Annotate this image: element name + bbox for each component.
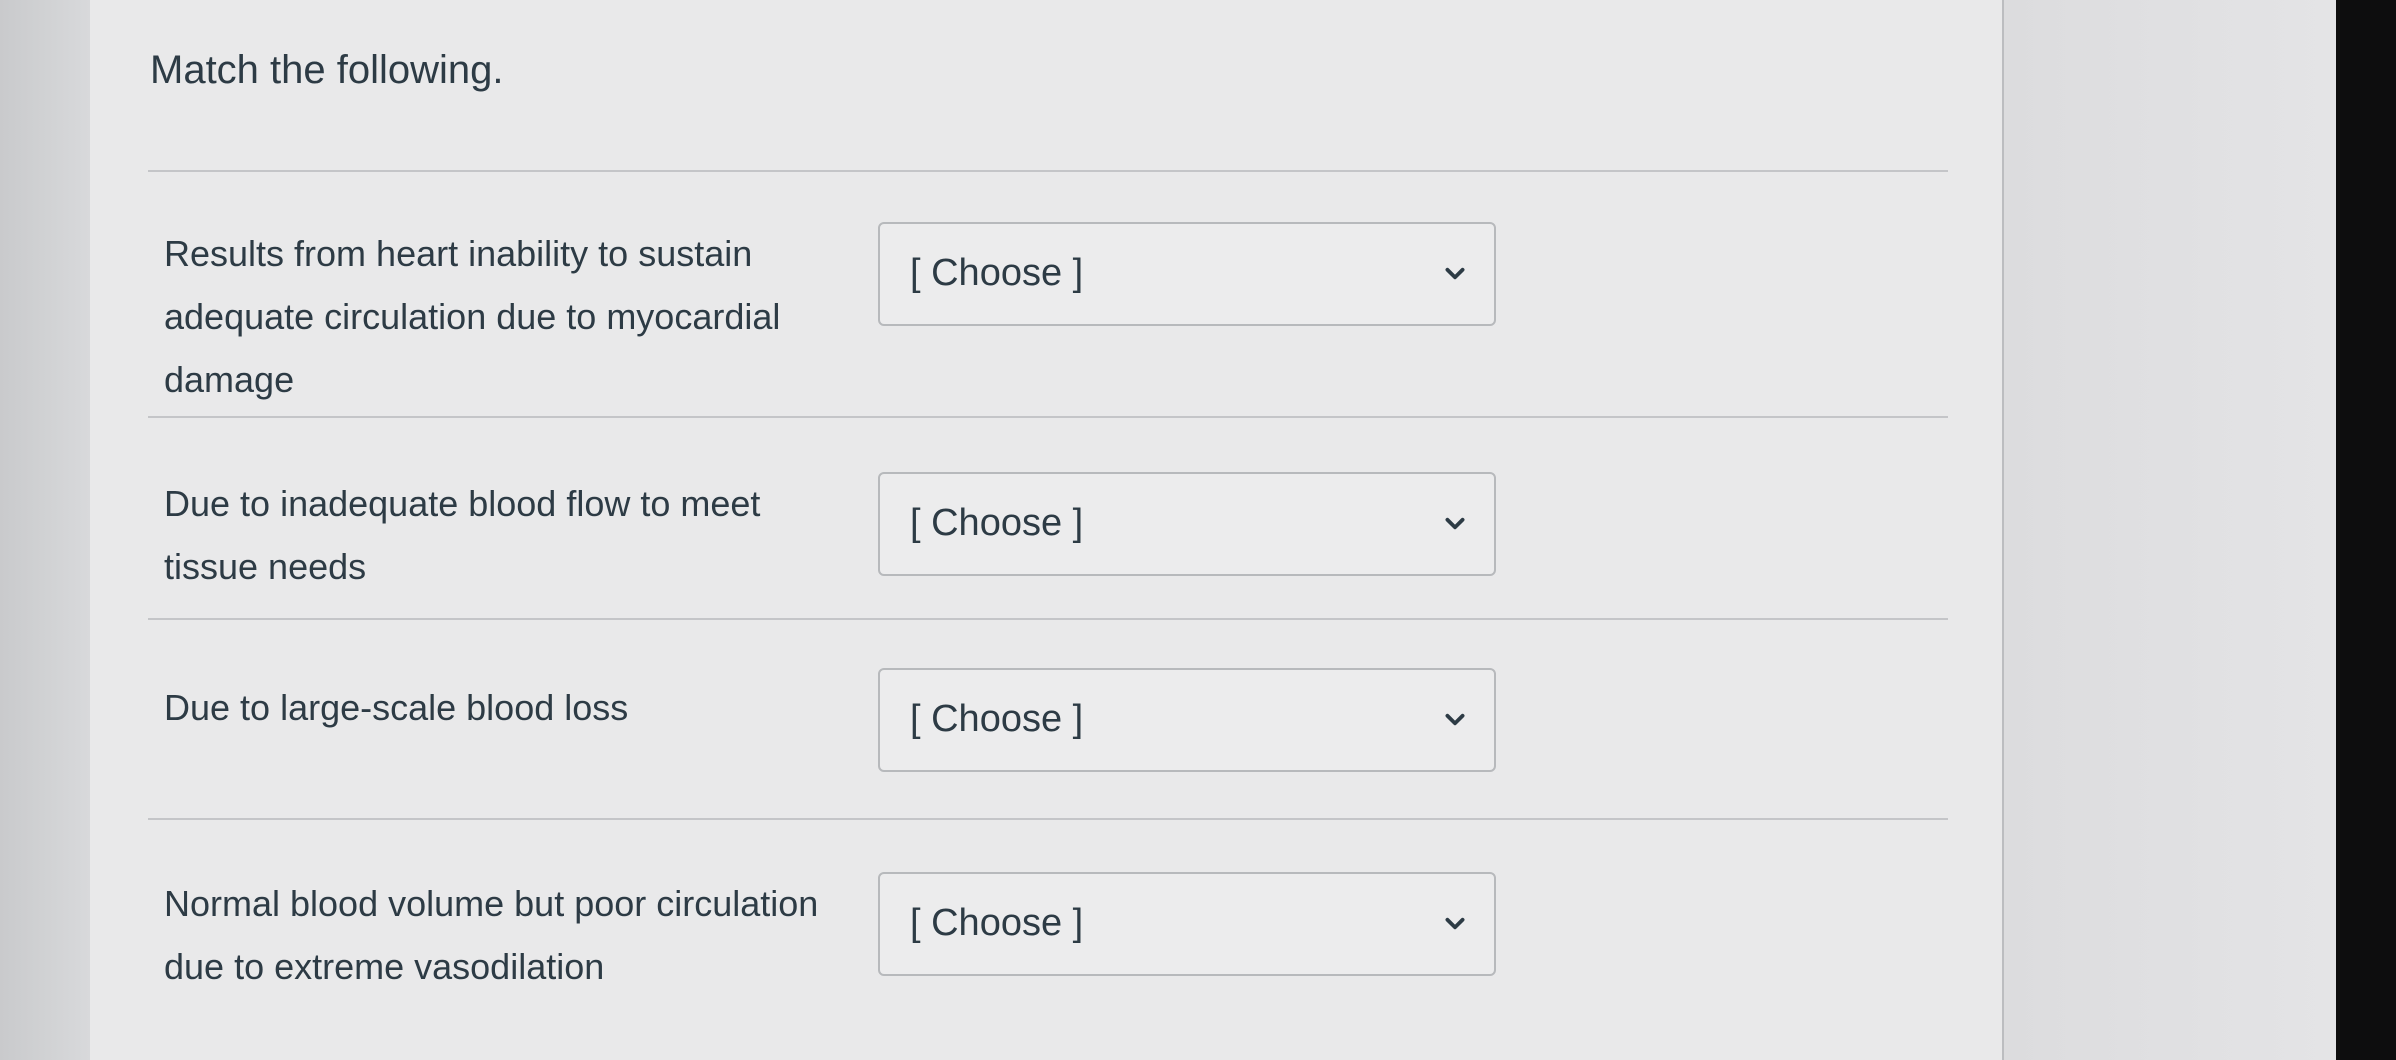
chevron-down-icon [1445,917,1465,930]
quiz-question-panel: Match the following. Results from heart … [90,0,2004,1060]
chevron-down-icon [1445,267,1465,280]
select-value: [ Choose ] [910,252,1084,294]
chevron-down-icon [1445,713,1465,726]
answer-select[interactable]: [ Choose ] [878,872,1496,976]
divider [148,818,1948,820]
screen-left-margin [0,0,90,1060]
question-title: Match the following. [150,48,504,92]
screen-right-margin [2004,0,2336,1060]
answer-select[interactable]: [ Choose ] [878,472,1496,576]
divider [148,170,1948,172]
divider [148,618,1948,620]
match-prompt: Results from heart inability to sustain … [164,233,781,400]
divider [148,416,1948,418]
chevron-down-icon [1445,517,1465,530]
select-value: [ Choose ] [910,698,1084,740]
answer-select[interactable]: [ Choose ] [878,668,1496,772]
match-prompt: Normal blood volume but poor circulation… [164,883,819,987]
monitor-bezel [2336,0,2396,1060]
select-value: [ Choose ] [910,502,1084,544]
answer-select[interactable]: [ Choose ] [878,222,1496,326]
match-prompt: Due to large-scale blood loss [164,687,629,728]
select-value: [ Choose ] [910,902,1084,944]
match-prompt: Due to inadequate blood flow to meet tis… [164,483,761,587]
